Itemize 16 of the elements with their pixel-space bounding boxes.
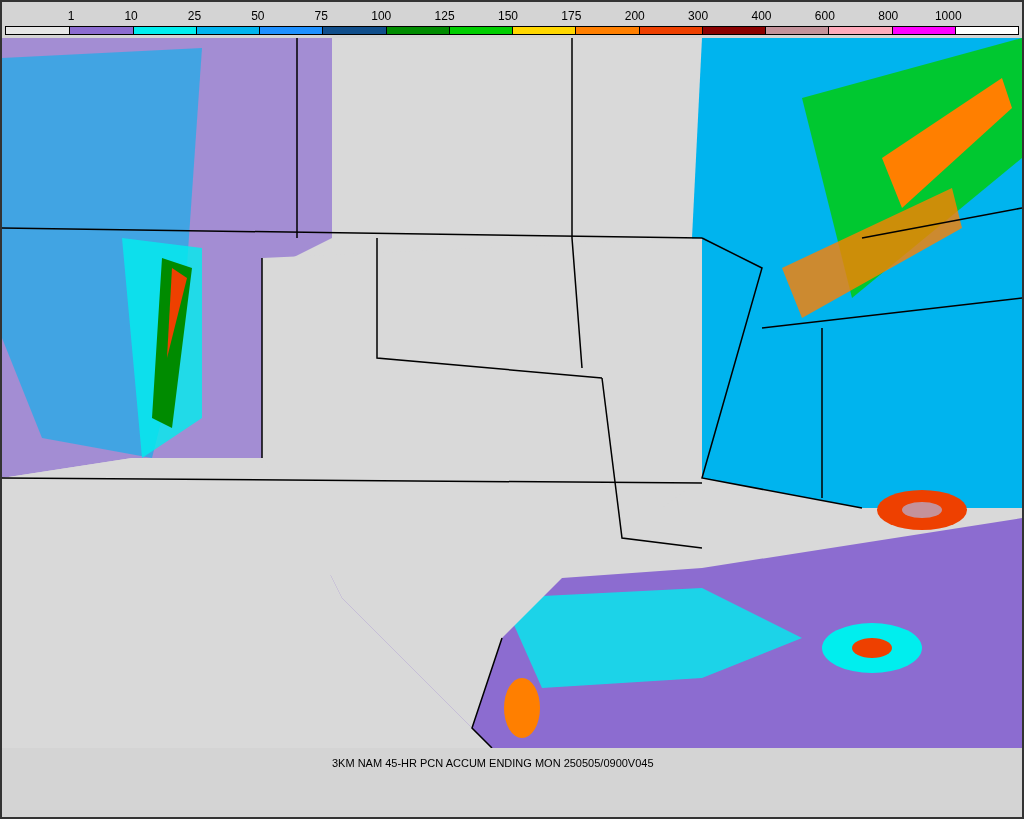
legend-label: 175 — [561, 10, 582, 22]
legend-label: 800 — [878, 10, 899, 22]
legend-label: 600 — [814, 10, 835, 22]
legend-label: 150 — [497, 10, 518, 22]
legend-label: 10 — [124, 10, 138, 22]
legend-label: 50 — [251, 10, 265, 22]
map-caption: 3KM NAM 45-HR PCN ACCUM ENDING MON 250505/0900V045 — [332, 756, 654, 771]
legend-label: 1 — [67, 10, 75, 22]
legend-label: 300 — [688, 10, 709, 22]
legend-label: 200 — [624, 10, 645, 22]
legend-label: 75 — [314, 10, 328, 22]
legend-label: 125 — [434, 10, 455, 22]
legend-label: 400 — [751, 10, 772, 22]
legend-label: 100 — [371, 10, 392, 22]
legend-label: 1000 — [934, 10, 962, 22]
legend-label: 25 — [187, 10, 202, 22]
